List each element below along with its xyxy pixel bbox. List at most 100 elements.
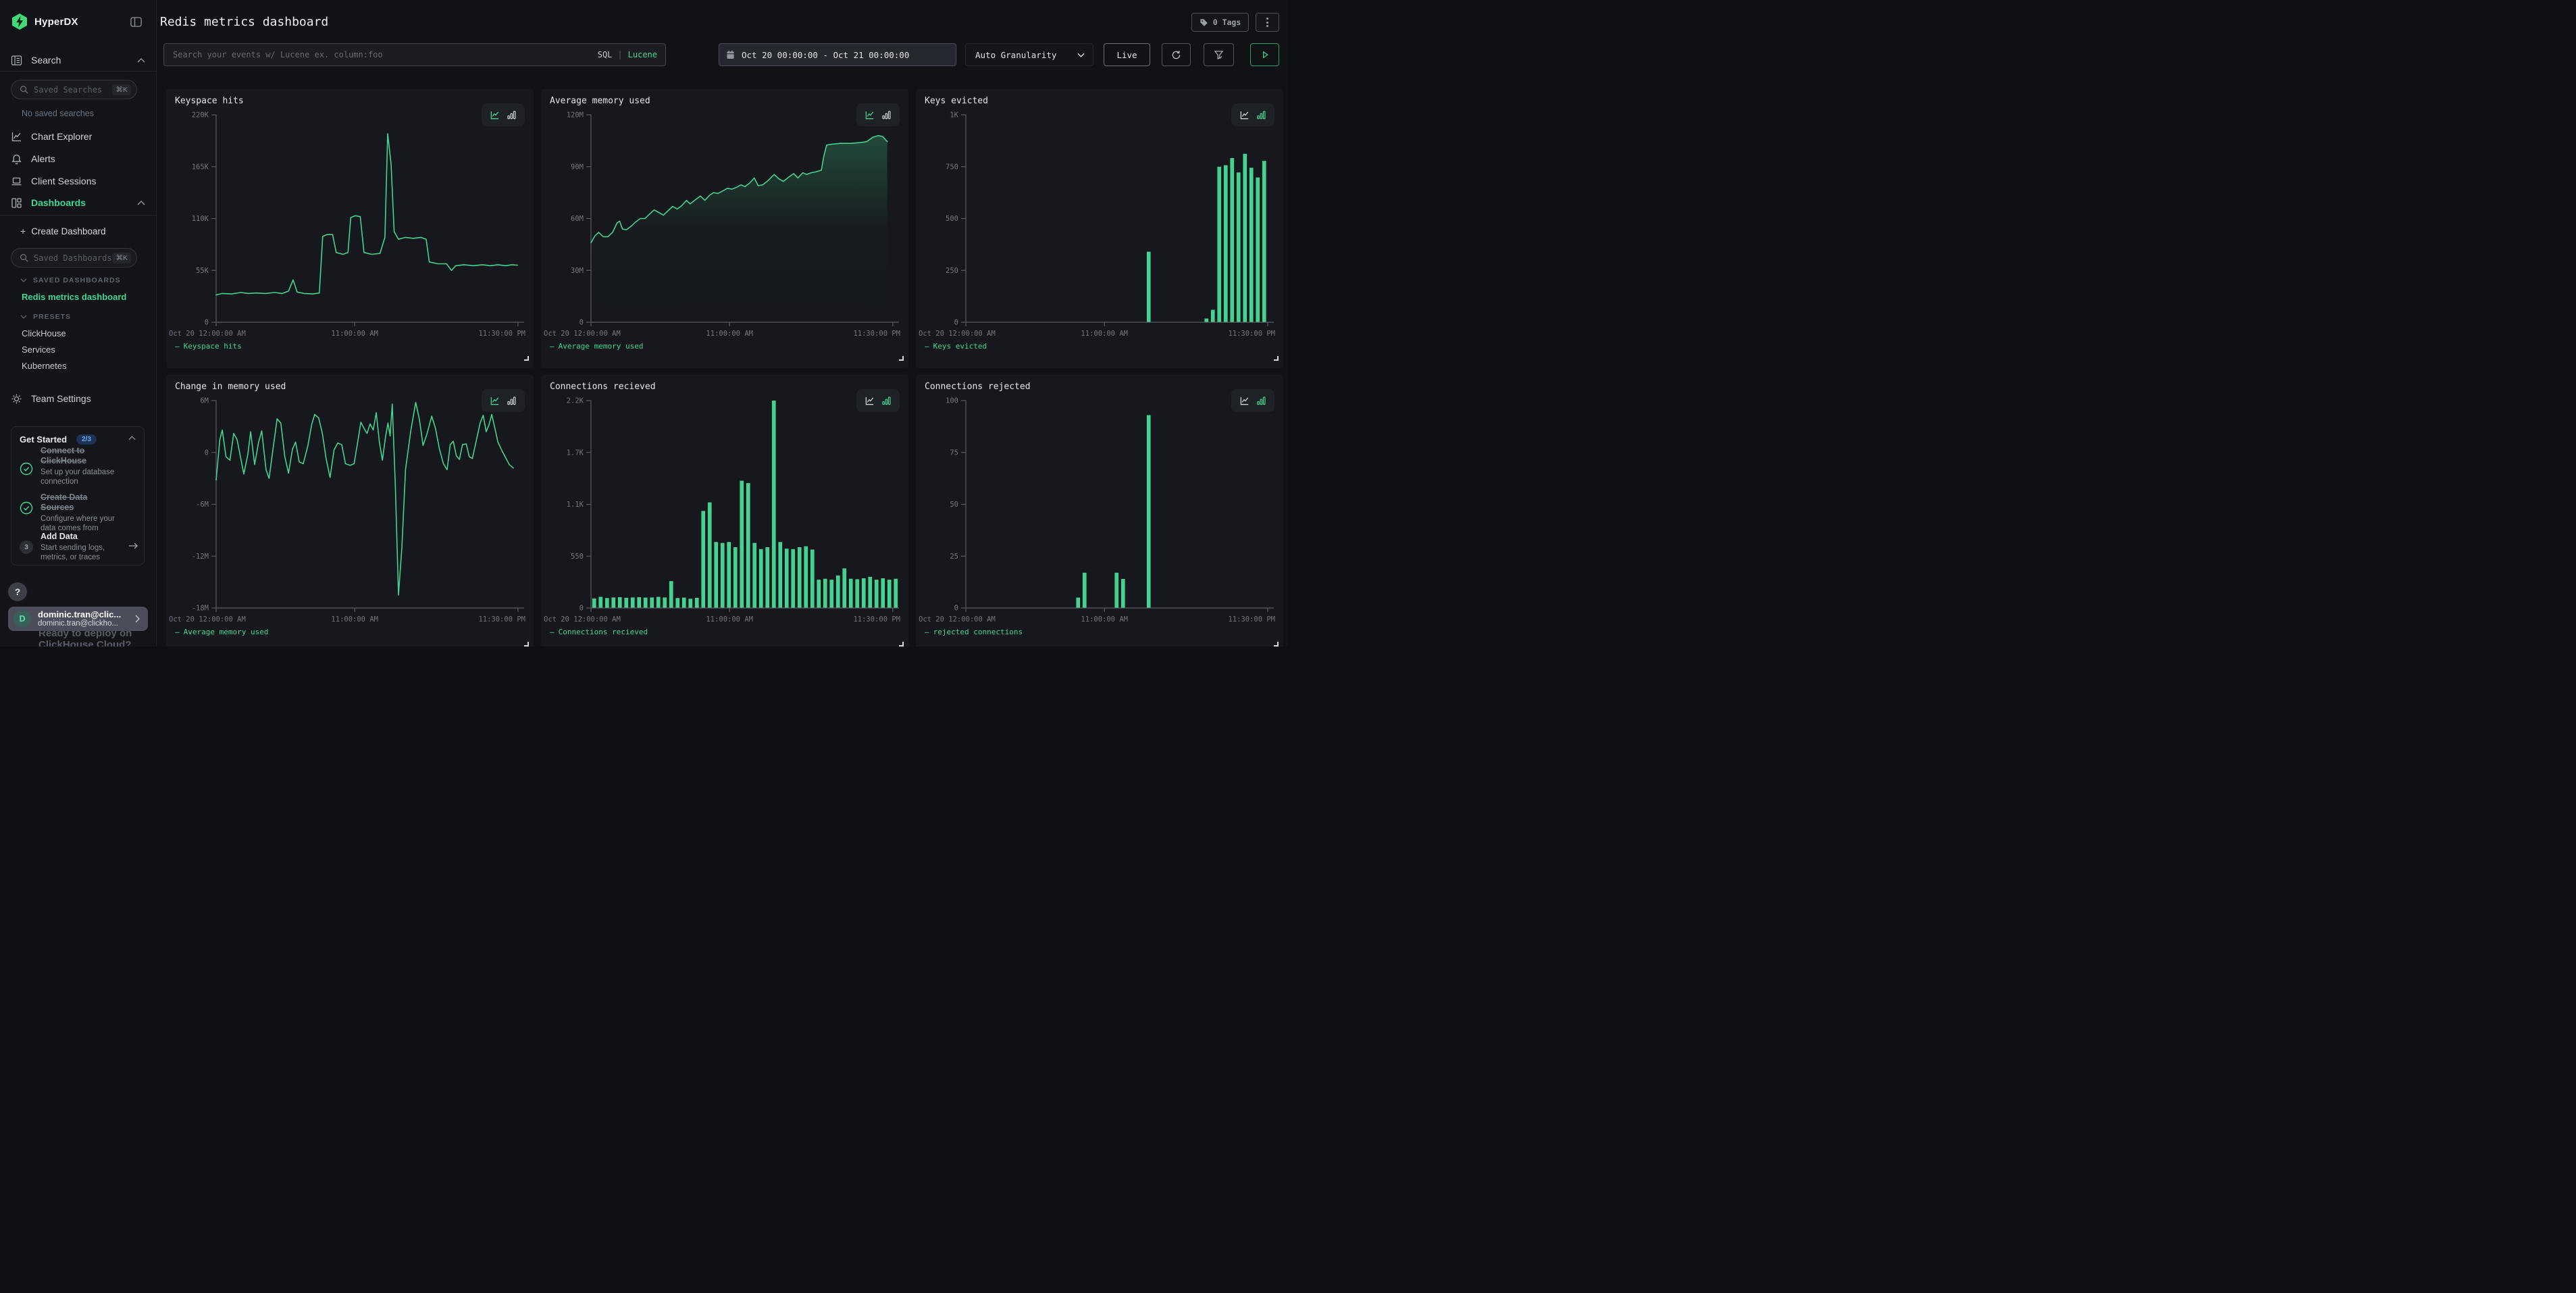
- svg-text:11:30:00 PM: 11:30:00 PM: [853, 615, 900, 624]
- event-search-input[interactable]: Search your events w/ Lucene ex. column:…: [163, 43, 666, 66]
- chart-legend: —Average memory used: [550, 342, 643, 351]
- item-title: Connect to ClickHouse: [41, 446, 119, 466]
- svg-text:11:30:00 PM: 11:30:00 PM: [853, 330, 900, 338]
- svg-text:0: 0: [954, 605, 958, 613]
- preset-item-clickhouse[interactable]: ClickHouse: [22, 328, 66, 338]
- sidebar-item-client-sessions[interactable]: Client Sessions: [0, 171, 157, 191]
- sidebar-collapse-icon[interactable]: [130, 17, 142, 27]
- saved-dashboard-item-redis[interactable]: Redis metrics dashboard: [22, 292, 126, 302]
- get-started-item-connect[interactable]: Connect to ClickHouse Set up your databa…: [41, 446, 119, 486]
- chart-legend: —rejected connections: [925, 628, 1023, 636]
- svg-text:-18M: -18M: [192, 605, 209, 613]
- shortcut-badge: ⌘K: [112, 253, 131, 263]
- date-range-picker[interactable]: Oct 20 00:00:00 - Oct 21 00:00:00: [719, 43, 956, 66]
- svg-text:11:30:00 PM: 11:30:00 PM: [1228, 615, 1275, 624]
- logo: HyperDX: [11, 13, 78, 30]
- divider: [0, 215, 157, 216]
- sidebar-item-alerts[interactable]: Alerts: [0, 149, 157, 169]
- get-started-item-sources[interactable]: Create Data Sources Configure where your…: [41, 492, 119, 533]
- help-button[interactable]: ?: [8, 582, 27, 601]
- bell-icon: [11, 153, 22, 165]
- chart-panel-avg-memory-used: Average memory used120M90M60M30M0Oct 20 …: [541, 89, 908, 368]
- saved-searches-input[interactable]: Saved Searches ⌘K: [11, 80, 137, 99]
- section-presets[interactable]: PRESETS: [20, 313, 71, 321]
- live-button[interactable]: Live: [1104, 43, 1150, 66]
- sidebar-item-chart-explorer[interactable]: Chart Explorer: [0, 126, 157, 147]
- sidebar-item-label: Dashboards: [31, 197, 86, 208]
- hyperdx-logo-icon: [11, 13, 28, 30]
- granularity-dropdown[interactable]: Auto Granularity: [965, 43, 1093, 66]
- app-name: HyperDX: [34, 16, 78, 28]
- resize-handle[interactable]: [899, 356, 904, 361]
- user-menu[interactable]: D dominic.tran@clic... dominic.tran@clic…: [8, 607, 148, 631]
- item-description: Start sending logs, metrics, or traces: [41, 543, 119, 562]
- svg-text:11:00:00 AM: 11:00:00 AM: [331, 615, 378, 624]
- svg-text:30M: 30M: [571, 267, 584, 275]
- svg-text:1.1K: 1.1K: [567, 501, 584, 509]
- chevron-up-icon[interactable]: [128, 436, 136, 440]
- sidebar-item-search[interactable]: Search: [0, 50, 157, 70]
- resize-handle[interactable]: [1274, 356, 1279, 361]
- sidebar-item-label: Alerts: [31, 153, 55, 164]
- section-saved-dashboards[interactable]: SAVED DASHBOARDS: [20, 276, 121, 284]
- saved-dashboards-input[interactable]: Saved Dashboards ⌘K: [11, 248, 137, 268]
- svg-text:0: 0: [954, 319, 958, 327]
- arrow-right-icon[interactable]: [128, 542, 138, 550]
- get-started-item-add-data[interactable]: Add Data Start sending logs, metrics, or…: [41, 532, 119, 562]
- no-saved-searches-text: No saved searches: [22, 109, 94, 118]
- svg-text:2.2K: 2.2K: [567, 397, 584, 405]
- hyperdx-app: HyperDX Search Saved Searches ⌘K No save…: [0, 0, 1288, 646]
- resize-handle[interactable]: [1274, 642, 1279, 646]
- svg-text:50: 50: [950, 501, 958, 509]
- svg-text:0: 0: [579, 605, 584, 613]
- resize-handle[interactable]: [524, 356, 529, 361]
- svg-text:90M: 90M: [571, 163, 584, 171]
- tags-button[interactable]: 0 Tags: [1191, 13, 1249, 32]
- chevron-down-icon: [20, 315, 27, 319]
- refresh-button[interactable]: [1162, 43, 1191, 66]
- svg-text:165K: 165K: [192, 163, 209, 171]
- svg-text:250: 250: [946, 267, 958, 275]
- kebab-menu-icon[interactable]: [1256, 13, 1279, 32]
- svg-text:11:30:00 PM: 11:30:00 PM: [1228, 330, 1275, 338]
- shortcut-badge: ⌘K: [112, 84, 131, 95]
- sidebar-item-label: Team Settings: [31, 393, 91, 404]
- sql-toggle[interactable]: SQL: [598, 50, 613, 59]
- step-number-badge: 3: [20, 540, 33, 554]
- svg-text:550: 550: [571, 553, 584, 561]
- item-description: Configure where your data comes from: [41, 514, 119, 533]
- user-email: dominic.tran@clickho...: [38, 619, 118, 628]
- svg-text:55K: 55K: [196, 267, 209, 275]
- lucene-toggle[interactable]: Lucene: [628, 50, 657, 59]
- preset-item-services[interactable]: Services: [22, 345, 55, 355]
- chart-legend: —Average memory used: [175, 628, 268, 636]
- resize-handle[interactable]: [524, 642, 529, 646]
- svg-text:11:30:00 PM: 11:30:00 PM: [478, 330, 525, 338]
- chart-plot: 120M90M60M30M0Oct 20 12:00:00 AM11:00:00…: [541, 89, 908, 368]
- run-query-button[interactable]: [1250, 43, 1279, 66]
- chevron-up-icon: [137, 58, 145, 63]
- svg-text:100: 100: [946, 397, 958, 405]
- check-circle-icon: [20, 462, 33, 476]
- sidebar-item-dashboards[interactable]: Dashboards: [0, 193, 157, 213]
- sidebar-item-team-settings[interactable]: Team Settings: [0, 388, 157, 409]
- preset-item-kubernetes[interactable]: Kubernetes: [22, 361, 67, 371]
- svg-text:75: 75: [950, 449, 958, 457]
- calendar-icon: [726, 50, 735, 59]
- svg-text:750: 750: [946, 163, 958, 171]
- svg-text:11:00:00 AM: 11:00:00 AM: [331, 330, 378, 338]
- chart-line-icon: [11, 131, 22, 143]
- user-name: dominic.tran@clic...: [38, 609, 121, 619]
- filter-button[interactable]: [1204, 43, 1234, 66]
- resize-handle[interactable]: [899, 642, 904, 646]
- svg-text:220K: 220K: [192, 111, 209, 120]
- sidebar: HyperDX Search Saved Searches ⌘K No save…: [0, 0, 157, 646]
- chart-legend: —Keyspace hits: [175, 342, 242, 351]
- funnel-icon: [1214, 50, 1224, 60]
- svg-text:25: 25: [950, 553, 958, 561]
- create-dashboard-button[interactable]: + Create Dashboard: [20, 226, 106, 236]
- chart-plot: 6M0-6M-12M-18MOct 20 12:00:00 AM11:00:00…: [166, 375, 534, 646]
- progress-badge: 2/3: [76, 434, 97, 445]
- chevron-down-icon: [20, 278, 27, 282]
- svg-text:0: 0: [205, 449, 209, 457]
